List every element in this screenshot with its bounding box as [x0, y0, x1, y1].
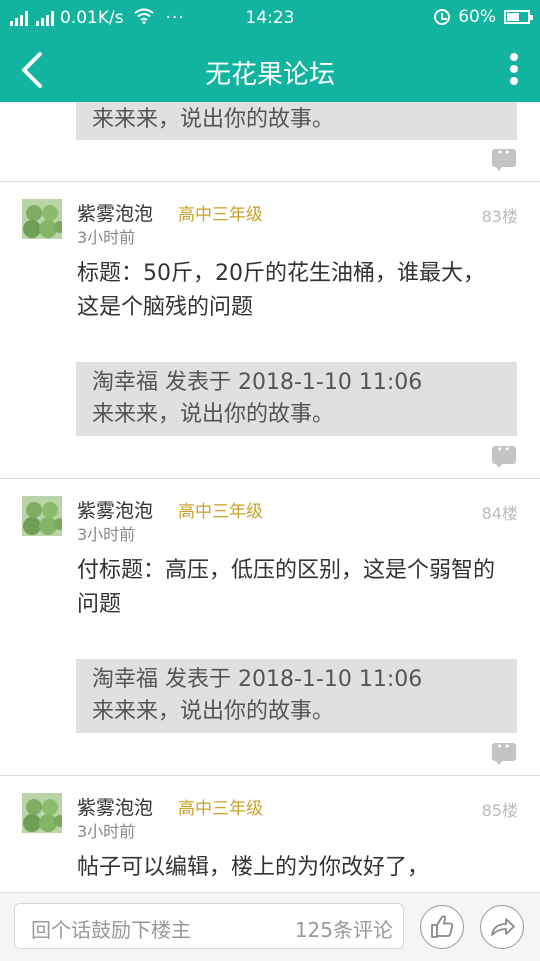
divider — [0, 478, 540, 479]
quote-text: 来来来，说出你的故事。 — [92, 699, 335, 724]
battery-percent: 60% — [458, 7, 496, 27]
status-bar: 0.01K/s ··· 14:23 60% — [0, 0, 540, 38]
page-title: 无花果论坛 — [204, 60, 335, 90]
quote-header: 淘幸福 发表于 2018-1-10 11:06 — [92, 370, 423, 395]
quote-text: 来来来，说出你的故事。 — [92, 402, 335, 427]
user-level: 高中三年级 — [178, 799, 263, 819]
like-button[interactable] — [420, 905, 464, 949]
post-time: 3小时前 — [77, 228, 136, 247]
quote-text: 来来来，说出你的故事。 — [92, 107, 335, 132]
quote-block: 来来来，说出你的故事。 — [76, 102, 517, 140]
post-time: 3小时前 — [77, 525, 136, 544]
floor-number: 83楼 — [481, 207, 518, 226]
user-name[interactable]: 紫雾泡泡 — [77, 199, 153, 226]
user-name[interactable]: 紫雾泡泡 — [77, 793, 153, 820]
comment-icon[interactable] — [492, 740, 516, 765]
divider — [0, 775, 540, 776]
user-level: 高中三年级 — [178, 502, 263, 522]
alarm-icon — [434, 9, 451, 25]
app-bar: 无花果论坛 — [0, 38, 540, 102]
reply-input[interactable]: 回个话鼓励下楼主 125条评论 — [14, 903, 404, 949]
quote-block: 淘幸福 发表于 2018-1-10 11:06 来来来，说出你的故事。 — [76, 659, 517, 733]
battery-icon — [504, 10, 533, 24]
comment-count[interactable]: 125条评论 — [295, 914, 393, 943]
share-button[interactable] — [480, 905, 524, 949]
share-icon — [491, 918, 515, 936]
post-time: 3小时前 — [77, 822, 136, 841]
avatar[interactable] — [22, 199, 62, 239]
post-text: 帖子可以编辑，楼上的为你改好了， — [77, 855, 430, 880]
user-name[interactable]: 紫雾泡泡 — [77, 496, 153, 523]
avatar[interactable] — [22, 496, 62, 536]
floor-number: 85楼 — [481, 801, 518, 820]
quote-header: 淘幸福 发表于 2018-1-10 11:06 — [92, 667, 423, 692]
reply-placeholder: 回个话鼓励下楼主 — [31, 918, 191, 942]
comment-icon[interactable] — [492, 443, 516, 468]
post-text: 付标题：高压，低压的区别，这是个弱智的问题 — [77, 558, 496, 617]
thumbs-up-icon — [431, 915, 454, 938]
avatar[interactable] — [22, 793, 62, 833]
floor-number: 84楼 — [481, 504, 518, 523]
bottom-bar: 回个话鼓励下楼主 125条评论 — [0, 892, 540, 961]
comment-icon[interactable] — [492, 146, 516, 171]
quote-block: 淘幸福 发表于 2018-1-10 11:06 来来来，说出你的故事。 — [76, 362, 517, 436]
post-text: 标题：50斤，20斤的花生油桶，谁最大，这是个脑残的问题 — [77, 261, 485, 320]
more-vertical-icon — [510, 53, 518, 61]
user-level: 高中三年级 — [178, 205, 263, 225]
post-list[interactable]: 来来来，说出你的故事。 紫雾泡泡 高中三年级 83楼 3小时前 标题：50斤，2… — [0, 102, 540, 892]
divider — [0, 181, 540, 182]
more-button[interactable] — [502, 50, 526, 90]
